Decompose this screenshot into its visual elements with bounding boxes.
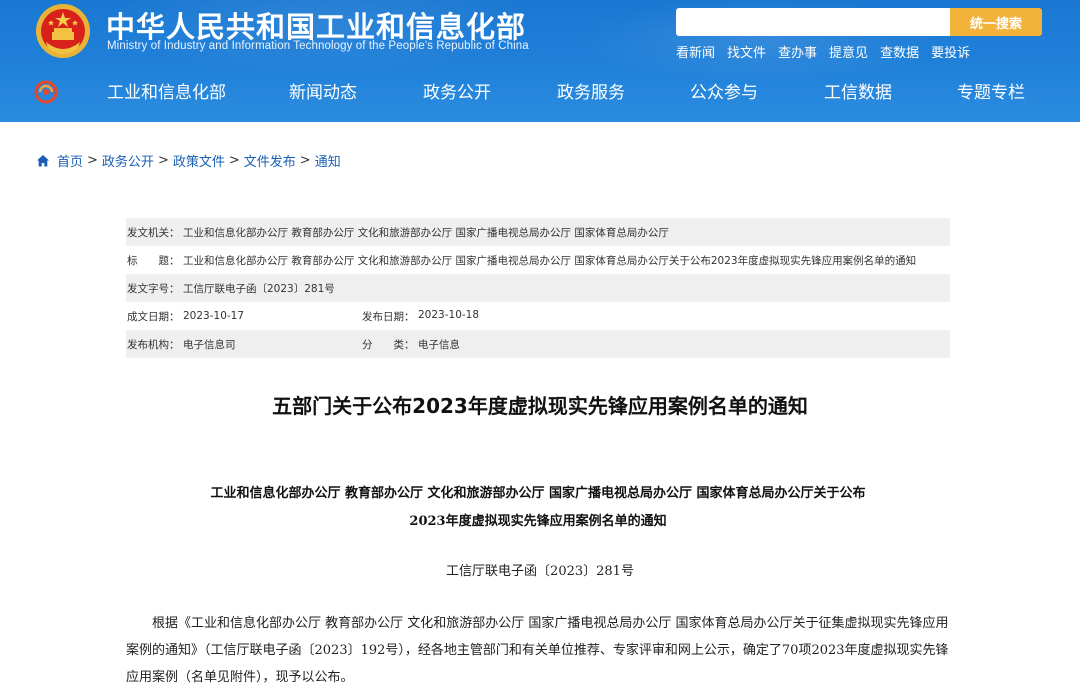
quick-link-feedback[interactable]: 提意见: [829, 42, 868, 61]
breadcrumb-separator: >: [87, 153, 98, 168]
breadcrumb-notice[interactable]: 通知: [315, 151, 341, 170]
meta-value: 电子信息: [418, 338, 460, 351]
article-title: 五部门关于公布2023年度虚拟现实先锋应用案例名单的通知: [272, 394, 808, 418]
national-emblem-icon[interactable]: [34, 2, 92, 60]
meta-value: 2023-10-18: [418, 308, 480, 321]
meta-value: 工信厅联电子函〔2023〕281号: [183, 282, 335, 295]
meta-row-title: 标 题： 工业和信息化部办公厅 教育部办公厅 文化和旅游部办公厅 国家广播电视总…: [126, 246, 950, 274]
breadcrumb-gov-affairs[interactable]: 政务公开: [102, 151, 154, 170]
meta-label: 发文机关：: [127, 226, 180, 239]
site-subtitle: Ministry of Industry and Information Tec…: [107, 40, 529, 52]
document-meta-table: 发文机关： 工业和信息化部办公厅 教育部办公厅 文化和旅游部办公厅 国家广播电视…: [126, 218, 950, 358]
home-icon: [37, 154, 49, 166]
nav-item-gov-affairs[interactable]: 政务公开: [423, 78, 491, 103]
main-nav: 工业和信息化部 新闻动态 政务公开 政务服务 公众参与 工信数据 专题专栏: [0, 78, 1080, 108]
document-heading: 工业和信息化部办公厅 教育部办公厅 文化和旅游部办公厅 国家广播电视总局办公厅 …: [126, 480, 950, 536]
nav-item-news[interactable]: 新闻动态: [289, 78, 357, 103]
meta-row-dates: 成文日期： 2023-10-17 发布日期： 2023-10-18: [126, 302, 950, 330]
meta-label: 发布日期：: [362, 310, 415, 323]
quick-link-files[interactable]: 找文件: [727, 42, 766, 61]
breadcrumb-policy-docs[interactable]: 政策文件: [173, 151, 225, 170]
nav-item-topics[interactable]: 专题专栏: [957, 78, 1025, 103]
meta-value: 2023-10-17: [183, 310, 245, 322]
document-heading-line: 工业和信息化部办公厅 教育部办公厅 文化和旅游部办公厅 国家广播电视总局办公厅 …: [210, 486, 866, 501]
quick-link-data[interactable]: 查数据: [880, 42, 919, 61]
search-input[interactable]: [676, 8, 950, 36]
meta-label: 发文字号：: [127, 282, 180, 295]
meta-label: 发布机构：: [127, 338, 180, 351]
breadcrumb: 首页 > 政务公开 > 政策文件 > 文件发布 > 通知: [36, 151, 341, 170]
breadcrumb-doc-release[interactable]: 文件发布: [244, 151, 296, 170]
document-heading-line: 2023年度虚拟现实先锋应用案例名单的通知: [409, 514, 667, 529]
quick-link-services[interactable]: 查办事: [778, 42, 817, 61]
nav-item-public[interactable]: 公众参与: [690, 78, 758, 103]
meta-label: 标 题：: [127, 254, 180, 267]
search-button[interactable]: 统一搜索: [950, 8, 1042, 36]
meta-label: 分 类：: [362, 338, 415, 351]
meta-label: 成文日期：: [127, 310, 180, 323]
quick-link-news[interactable]: 看新闻: [676, 42, 715, 61]
site-header: 中华人民共和国工业和信息化部 Ministry of Industry and …: [0, 0, 1080, 122]
nav-item-gov-services[interactable]: 政务服务: [557, 78, 625, 103]
meta-row-doc-number: 发文字号： 工信厅联电子函〔2023〕281号: [126, 274, 950, 302]
breadcrumb-separator: >: [157, 153, 169, 168]
quick-link-complaint[interactable]: 要投诉: [931, 42, 970, 61]
document-body-paragraph: 根据《工业和信息化部办公厅 教育部办公厅 文化和旅游部办公厅 国家广播电视总局办…: [126, 616, 949, 685]
meta-row-org: 发布机构： 电子信息司 分 类： 电子信息: [126, 330, 950, 358]
meta-row-issuer: 发文机关： 工业和信息化部办公厅 教育部办公厅 文化和旅游部办公厅 国家广播电视…: [126, 218, 950, 246]
document-number: 工信厅联电子函〔2023〕281号: [446, 564, 634, 579]
breadcrumb-home[interactable]: 首页: [57, 151, 83, 170]
nav-item-miit[interactable]: 工业和信息化部: [107, 78, 226, 103]
breadcrumb-separator: >: [228, 153, 240, 168]
meta-col-category: 分 类： 电子信息: [361, 337, 460, 352]
meta-value: 工业和信息化部办公厅 教育部办公厅 文化和旅游部办公厅 国家广播电视总局办公厅 …: [183, 254, 917, 267]
meta-col-published: 发布日期： 2023-10-18: [361, 309, 479, 324]
quick-links: 看新闻 找文件 查办事 提意见 查数据 要投诉: [676, 42, 970, 61]
breadcrumb-separator: >: [299, 153, 311, 168]
meta-value: 电子信息司: [183, 338, 236, 351]
meta-value: 工业和信息化部办公厅 教育部办公厅 文化和旅游部办公厅 国家广播电视总局办公厅 …: [183, 226, 669, 239]
nav-item-data[interactable]: 工信数据: [824, 78, 892, 103]
